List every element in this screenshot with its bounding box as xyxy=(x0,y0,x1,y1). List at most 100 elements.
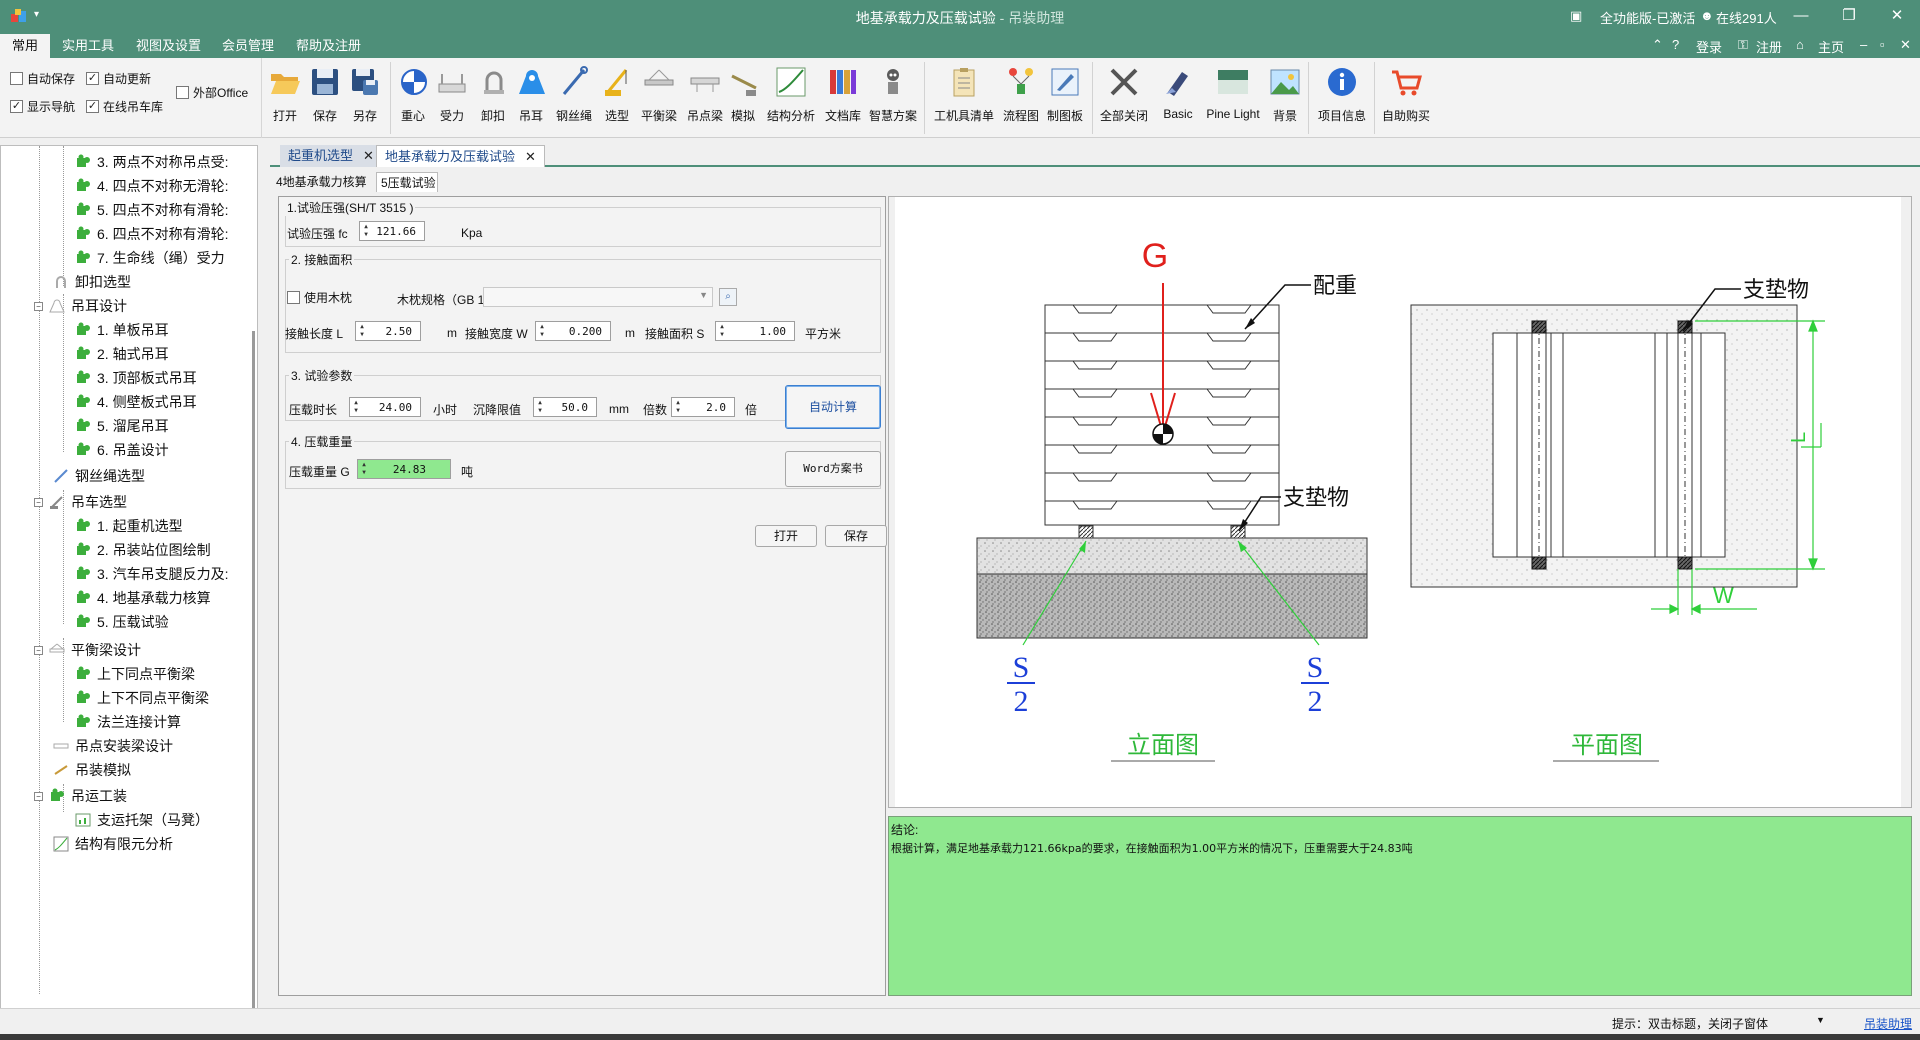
mdi-restore-icon[interactable]: ▫ xyxy=(1880,37,1885,52)
document-library-tool[interactable]: 文档库 xyxy=(824,66,862,124)
area-input[interactable]: ▲ ▼ 1.00 xyxy=(715,321,795,341)
use-sleeper-checkbox[interactable]: 使用木枕 xyxy=(287,289,352,306)
selection-tool[interactable]: 选型 xyxy=(602,66,632,124)
width-input[interactable]: ▲ ▼ 0.200 xyxy=(535,321,611,341)
tree-item[interactable]: 5. 溜尾吊耳 xyxy=(75,414,169,438)
tree-item-mounting-beam[interactable]: 吊点安装梁设计 xyxy=(53,734,173,758)
auto-calculate-button[interactable]: 自动计算 xyxy=(785,385,881,429)
project-info-tool[interactable]: 项目信息 xyxy=(1316,66,1368,124)
tree-item[interactable]: 4. 侧壁板式吊耳 xyxy=(75,390,197,414)
tree-item[interactable]: 上下同点平衡梁 xyxy=(75,662,195,686)
spreader-beam-tool[interactable]: 平衡梁 xyxy=(640,66,678,124)
collapse-icon[interactable]: − xyxy=(34,791,43,801)
drawing-board-tool[interactable]: 制图板 xyxy=(1046,66,1084,124)
tree-item-lifting-simulation[interactable]: 吊装模拟 xyxy=(53,758,131,782)
length-input[interactable]: ▲ ▼ 2.50 xyxy=(355,321,421,341)
close-tab-icon[interactable]: ✕ xyxy=(363,148,374,163)
simulation-tool[interactable]: 模拟 xyxy=(728,66,758,124)
tree-item[interactable]: 6. 四点不对称有滑轮: xyxy=(75,222,228,246)
sub-tab-load-test[interactable]: 5压载试验 xyxy=(376,172,438,192)
home-link[interactable]: 主页 xyxy=(1818,37,1844,56)
tree-item-fea[interactable]: 结构有限元分析 xyxy=(53,832,173,856)
center-of-gravity-tool[interactable]: 重心 xyxy=(398,66,428,124)
duration-input[interactable]: ▲ ▼ 24.00 xyxy=(349,397,421,417)
close-all-tool[interactable]: 全部关闭 xyxy=(1098,66,1150,124)
fc-input[interactable]: ▲ ▼ 121.66 xyxy=(359,221,425,241)
assistant-link[interactable]: 吊装助理 xyxy=(1864,1015,1912,1032)
tree-item-spreader-beam[interactable]: − 平衡梁设计 xyxy=(34,638,141,662)
save-button[interactable]: 保存 xyxy=(825,525,887,547)
spin-arrows-icon[interactable]: ▲ ▼ xyxy=(351,399,361,415)
external-office-checkbox[interactable]: 外部Office xyxy=(176,84,248,101)
show-nav-checkbox[interactable]: ✓ 显示导航 xyxy=(10,98,75,115)
force-tool[interactable]: 受力 xyxy=(436,66,468,124)
tree-item[interactable]: 3. 汽车吊支腿反力及: xyxy=(75,562,228,586)
lifting-beam-tool[interactable]: 吊点梁 xyxy=(686,66,724,124)
open-button[interactable]: 打开 xyxy=(755,525,817,547)
login-link[interactable]: 登录 xyxy=(1696,37,1722,56)
collapse-ribbon-icon[interactable]: ⌃ xyxy=(1652,37,1663,53)
flowchart-tool[interactable]: 流程图 xyxy=(1002,66,1040,124)
open-tool[interactable]: 打开 xyxy=(268,66,302,124)
tree-item-wire-rope[interactable]: 钢丝绳选型 xyxy=(53,464,145,488)
tree-item[interactable]: 3. 两点不对称吊点受: xyxy=(75,150,228,174)
tree-item[interactable]: 4. 地基承载力核算 xyxy=(75,586,211,610)
spin-arrows-icon[interactable]: ▲ ▼ xyxy=(717,323,727,339)
collapse-icon[interactable]: − xyxy=(34,645,43,655)
tree-item[interactable]: 2. 吊装站位图绘制 xyxy=(75,538,211,562)
spin-arrows-icon[interactable]: ▲ ▼ xyxy=(535,399,545,415)
tree-item[interactable]: 法兰连接计算 xyxy=(75,710,181,734)
background-tool[interactable]: 背景 xyxy=(1268,66,1302,124)
sleeper-lookup-icon[interactable]: ⌕ xyxy=(719,288,737,306)
online-crane-db-checkbox[interactable]: ✓ 在线吊车库 xyxy=(86,98,163,115)
tree-item[interactable]: 2. 轴式吊耳 xyxy=(75,342,169,366)
menu-tab-view[interactable]: 视图及设置 xyxy=(124,34,213,58)
menu-tab-tools[interactable]: 实用工具 xyxy=(50,34,126,58)
auto-save-checkbox[interactable]: 自动保存 xyxy=(10,70,75,87)
tree-item[interactable]: 支运托架（马凳） xyxy=(75,808,209,832)
tree-item[interactable]: 上下不同点平衡梁 xyxy=(75,686,209,710)
settlement-input[interactable]: ▲ ▼ 50.0 xyxy=(533,397,597,417)
tree-item[interactable]: 6. 吊盖设计 xyxy=(75,438,169,462)
doc-tab-crane-selection[interactable]: 起重机选型 ✕ xyxy=(280,145,382,167)
tree-item[interactable]: 1. 起重机选型 xyxy=(75,514,183,538)
theme-pine-light-tool[interactable]: Pine Light xyxy=(1204,66,1262,121)
maximize-button[interactable]: ❐ xyxy=(1826,0,1872,34)
mdi-minimize-icon[interactable]: – xyxy=(1860,37,1867,52)
save-tool[interactable]: 保存 xyxy=(308,66,342,124)
mdi-close-icon[interactable]: ✕ xyxy=(1900,37,1911,53)
auto-update-checkbox[interactable]: ✓ 自动更新 xyxy=(86,70,151,87)
tree-item[interactable]: 7. 生命线（绳）受力 xyxy=(75,246,225,270)
wire-rope-tool[interactable]: 钢丝绳 xyxy=(556,66,592,124)
menu-tab-common[interactable]: 常用 xyxy=(0,34,51,58)
spin-arrows-icon[interactable]: ▲ ▼ xyxy=(361,223,371,239)
tree-item[interactable]: 4. 四点不对称无滑轮: xyxy=(75,174,228,198)
lug-tool[interactable]: 吊耳 xyxy=(516,66,546,124)
sub-tab-foundation-check[interactable]: 4地基承载力核算 xyxy=(272,172,376,192)
spin-arrows-icon[interactable]: ▲ ▼ xyxy=(357,323,367,339)
collapse-icon[interactable]: − xyxy=(34,497,43,507)
minimize-button[interactable]: — xyxy=(1778,0,1824,34)
tree-item[interactable]: 5. 压载试验 xyxy=(75,610,169,634)
collapse-icon[interactable]: − xyxy=(34,301,43,311)
home-icon[interactable]: ⌂ xyxy=(1796,37,1804,52)
tree-item[interactable]: 1. 单板吊耳 xyxy=(75,318,169,342)
menu-tab-help[interactable]: 帮助及注册 xyxy=(284,34,373,58)
close-tab-icon[interactable]: ✕ xyxy=(525,149,536,164)
smart-plan-tool[interactable]: 智慧方案 xyxy=(868,66,918,124)
spin-arrows-icon[interactable]: ▲ ▼ xyxy=(537,323,547,339)
close-window-button[interactable]: ✕ xyxy=(1874,0,1920,34)
shackle-tool[interactable]: 卸扣 xyxy=(478,66,508,124)
tree-scrollbar[interactable] xyxy=(252,331,255,1009)
save-as-tool[interactable]: 另存 xyxy=(348,66,382,124)
tree-item-crane-selection[interactable]: − 吊车选型 xyxy=(34,490,127,514)
menu-tab-member[interactable]: 会员管理 xyxy=(210,34,286,58)
tool-list-tool[interactable]: 工机具清单 xyxy=(932,66,996,124)
doc-tab-foundation-test[interactable]: 地基承载力及压载试验 ✕ xyxy=(376,145,545,167)
multiplier-input[interactable]: ▲ ▼ 2.0 xyxy=(671,397,735,417)
sleeper-spec-select[interactable]: ▼ xyxy=(483,287,713,307)
register-icon[interactable]: ⚿ xyxy=(1738,37,1748,53)
status-dropdown-icon[interactable]: ▼ xyxy=(1816,1015,1825,1025)
tree-item[interactable]: 3. 顶部板式吊耳 xyxy=(75,366,197,390)
help-icon[interactable]: ? xyxy=(1672,37,1679,52)
